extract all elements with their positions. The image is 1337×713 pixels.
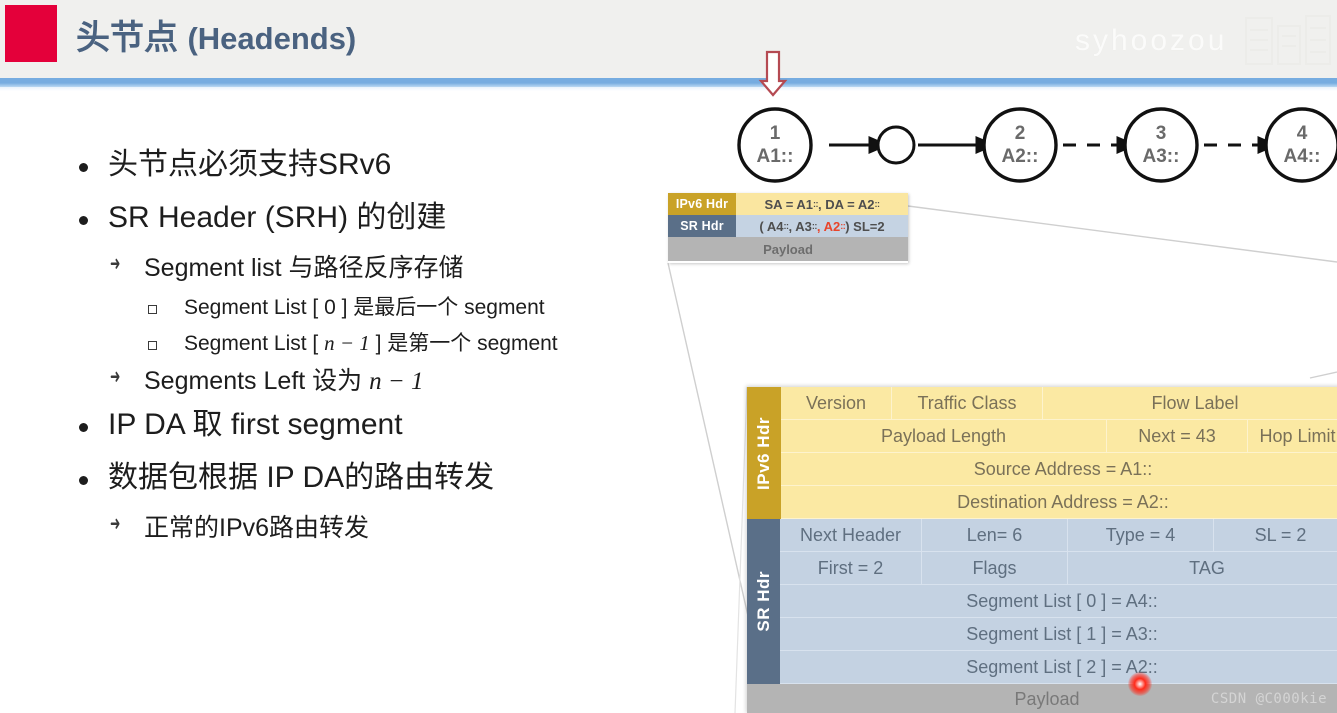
cell-tag: TAG — [1068, 552, 1337, 585]
slide-root: 头节点 (Headends) syhoozou 头节点必须支持SRv6 SR H… — [0, 0, 1337, 713]
table-row: Version Traffic Class Flow Label — [781, 387, 1337, 420]
cell-traffic-class: Traffic Class — [892, 387, 1043, 420]
svg-text:A4::: A4:: — [1284, 146, 1321, 167]
table-row: Payload Length Next = 43 Hop Limit — [781, 420, 1337, 453]
topology-node-4: 4 A4:: — [1264, 107, 1337, 183]
table-row: First = 2 Flags TAG — [780, 552, 1337, 585]
svg-text:A3::: A3:: — [1143, 146, 1180, 167]
packet-detail-ipv6-block: IPv6 Hdr Version Traffic Class Flow Labe… — [747, 387, 1337, 519]
svg-text:4: 4 — [1297, 123, 1308, 144]
svg-text:1: 1 — [770, 123, 781, 144]
table-row: Segment List [ 0 ] = A4:: — [780, 585, 1337, 618]
packet-summary-row-sr: SR Hdr ( A4::, A3::, A2:: ) SL=2 — [668, 215, 908, 237]
cell-next-header: Next Header — [780, 519, 922, 552]
cell-version: Version — [781, 387, 892, 420]
cell-next-header-43: Next = 43 — [1107, 420, 1248, 453]
ipv6-hdr-rows: Version Traffic Class Flow Label Payload… — [781, 387, 1337, 519]
topology-node-2: 2 A2:: — [982, 107, 1058, 183]
cell-type: Type = 4 — [1068, 519, 1214, 552]
cell-payload-length: Payload Length — [781, 420, 1107, 453]
cell-segment-list-2: Segment List [ 2 ] = A2:: — [780, 651, 1337, 684]
topology-node-1: 1 A1:: — [737, 107, 813, 183]
ingress-arrow-icon — [758, 50, 788, 97]
srh-a3: , A3 — [788, 218, 812, 234]
sr-hdr-rows: Next Header Len= 6 Type = 4 SL = 2 First… — [780, 519, 1337, 684]
srh-close: ) SL=2 — [845, 218, 885, 234]
cell-sl: SL = 2 — [1214, 519, 1337, 552]
srh-open: ( A4 — [759, 218, 784, 234]
cell-segment-list-0: Segment List [ 0 ] = A4:: — [780, 585, 1337, 618]
packet-summary-payload: Payload — [668, 237, 908, 261]
table-row: Destination Address = A2:: — [781, 486, 1337, 519]
cell-source-address: Source Address = A1:: — [781, 453, 1337, 486]
cell-flow-label: Flow Label — [1043, 387, 1337, 420]
table-row: Segment List [ 1 ] = A3:: — [780, 618, 1337, 651]
packet-summary-sr-label: SR Hdr — [668, 215, 736, 237]
cell-flags: Flags — [922, 552, 1068, 585]
table-row: Source Address = A1:: — [781, 453, 1337, 486]
svg-text:2: 2 — [1015, 123, 1026, 144]
cell-len: Len= 6 — [922, 519, 1068, 552]
topology-node-3: 3 A3:: — [1123, 107, 1199, 183]
cell-segment-list-1: Segment List [ 1 ] = A3:: — [780, 618, 1337, 651]
svg-text:3: 3 — [1156, 123, 1167, 144]
table-row: Next Header Len= 6 Type = 4 SL = 2 — [780, 519, 1337, 552]
ipv6-hdr-side-label: IPv6 Hdr — [747, 387, 781, 519]
network-topology: 1 A1:: 2 A2:: 3 A3:: 4 A4:: — [720, 48, 1337, 198]
packet-detail-sr-block: SR Hdr Next Header Len= 6 Type = 4 SL = … — [747, 519, 1337, 684]
packet-summary-sr-value: ( A4::, A3::, A2:: ) SL=2 — [736, 215, 908, 237]
packet-detail-table: IPv6 Hdr Version Traffic Class Flow Labe… — [747, 387, 1337, 713]
svg-text:A2::: A2:: — [1002, 146, 1039, 167]
table-row: Segment List [ 2 ] = A2:: — [780, 651, 1337, 684]
packet-summary-ipv6-value: SA = A1::, DA = A2:: — [736, 193, 908, 215]
sa-text: SA = A1 — [764, 196, 814, 212]
da-text: , DA = A2 — [818, 196, 875, 212]
packet-summary: IPv6 Hdr SA = A1::, DA = A2:: SR Hdr ( A… — [668, 193, 908, 263]
packet-summary-row-ipv6: IPv6 Hdr SA = A1::, DA = A2:: — [668, 193, 908, 215]
da-sup: :: — [874, 199, 881, 209]
svg-text:A1::: A1:: — [757, 146, 794, 167]
click-indicator — [1128, 672, 1152, 696]
cell-first: First = 2 — [780, 552, 922, 585]
packet-summary-ipv6-label: IPv6 Hdr — [668, 193, 736, 215]
srh-a2-highlight: , A2 — [816, 218, 841, 234]
cell-destination-address: Destination Address = A2:: — [781, 486, 1337, 519]
sr-hdr-side-label: SR Hdr — [747, 519, 780, 684]
watermark-bottom: CSDN @C000kie — [1210, 691, 1327, 707]
cell-hop-limit: Hop Limit — [1248, 420, 1337, 453]
